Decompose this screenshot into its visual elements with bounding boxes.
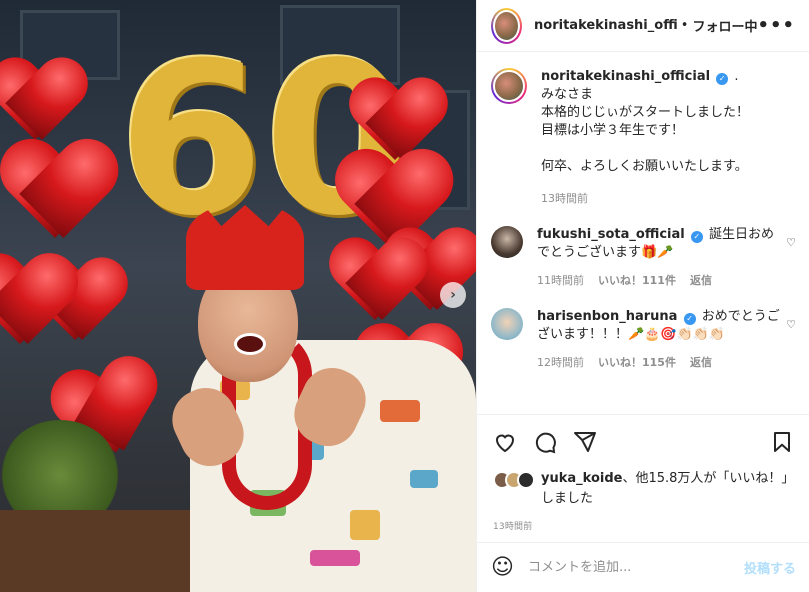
caption-time: 13時間前 — [541, 192, 588, 205]
caption-text: みなさま 本格的じじぃがスタートしました！ 目標は小学３年生です！ 何卒、よろし… — [541, 87, 750, 174]
verified-icon: ✓ — [683, 313, 696, 325]
comment-icon[interactable] — [533, 430, 557, 454]
chevron-right-icon: › — [450, 287, 456, 303]
red-crown — [186, 205, 304, 290]
author-avatar[interactable] — [491, 7, 523, 44]
more-icon[interactable]: ••• — [757, 15, 795, 36]
heart-icon[interactable] — [493, 430, 517, 454]
heart-balloon — [0, 60, 80, 140]
post-actions: yuka_koide、他15.8万人が「いいね！」しました 13時間前 — [477, 414, 809, 532]
heart-icon[interactable]: ♡ — [786, 318, 796, 331]
post-panel: noritakekinashi_official • フォロー中 ••• nor… — [476, 0, 809, 592]
comment-username[interactable]: fukushi_sota_official — [537, 227, 685, 242]
post-header: noritakekinashi_official • フォロー中 ••• — [477, 0, 809, 52]
comment-time: 11時間前 — [537, 274, 584, 287]
share-icon[interactable] — [573, 430, 597, 454]
likes-summary: yuka_koide、他15.8万人が「いいね！」しました — [493, 469, 794, 509]
heart-balloon — [330, 240, 420, 320]
heart-balloon — [0, 256, 70, 344]
next-slide-button[interactable]: › — [440, 282, 466, 308]
post-time[interactable]: 13時間前 — [493, 519, 794, 532]
comment-item: harisenbon_haruna ✓ おめでとうございます！！！🥕🎂🎯👏🏻👏🏻… — [491, 308, 796, 372]
comment-input[interactable] — [527, 560, 744, 575]
commenter-avatar[interactable] — [491, 226, 523, 258]
verified-icon: ✓ — [716, 73, 729, 85]
author-username[interactable]: noritakekinashi_official — [534, 18, 677, 33]
separator-dot: • — [680, 18, 689, 33]
comment-composer: ☺ 投稿する — [477, 542, 809, 592]
mouth — [234, 333, 266, 355]
verified-icon: ✓ — [690, 231, 703, 243]
comment-time: 12時間前 — [537, 356, 584, 369]
emoji-icon[interactable]: ☺ — [491, 555, 514, 580]
post-comment-button[interactable]: 投稿する — [744, 558, 796, 577]
comment-likes[interactable]: いいね！115件 — [598, 354, 676, 372]
liker-username[interactable]: yuka_koide — [541, 471, 622, 486]
post-photo[interactable]: 60 › — [0, 0, 476, 592]
reply-button[interactable]: 返信 — [690, 272, 712, 290]
reply-button[interactable]: 返信 — [690, 354, 712, 372]
bookmark-icon[interactable] — [770, 430, 794, 454]
comments-section[interactable]: noritakekinashi_official ✓ . みなさま 本格的じじぃ… — [477, 52, 809, 414]
comment-likes[interactable]: いいね！111件 — [598, 272, 676, 290]
caption-avatar[interactable] — [491, 68, 527, 104]
caption: noritakekinashi_official ✓ . みなさま 本格的じじぃ… — [491, 68, 796, 208]
caption-username[interactable]: noritakekinashi_official — [541, 69, 710, 84]
comment-username[interactable]: harisenbon_haruna — [537, 309, 677, 324]
heart-icon[interactable]: ♡ — [786, 236, 796, 249]
table — [0, 510, 190, 592]
heart-balloon — [1, 142, 109, 238]
commenter-avatar[interactable] — [491, 308, 523, 340]
comment-item: fukushi_sota_official ✓ 誕生日おめでとうございます🎁🥕 … — [491, 226, 796, 290]
caption-suffix: . — [734, 69, 739, 84]
liker-avatars[interactable] — [493, 471, 535, 489]
following-button[interactable]: フォロー中 — [692, 16, 757, 35]
